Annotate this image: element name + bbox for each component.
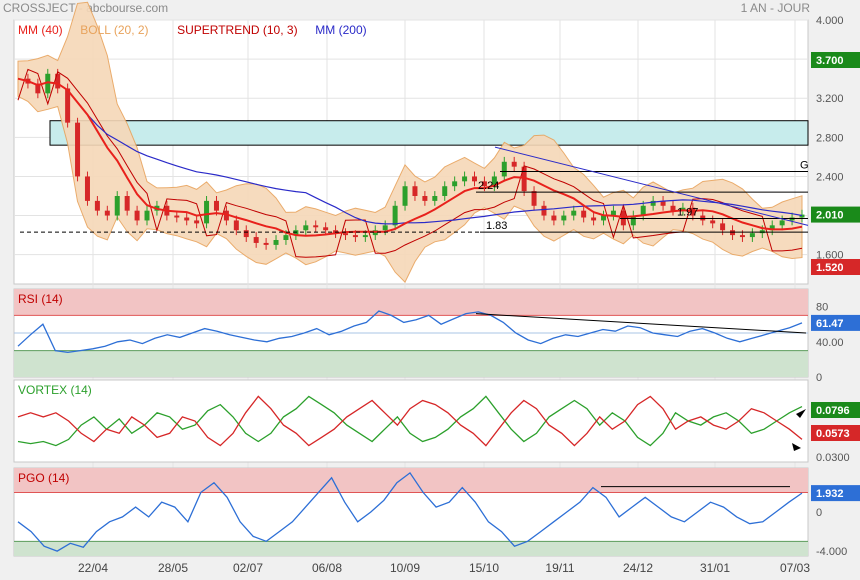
price-last-badge: 2.010 <box>816 210 844 222</box>
candle-body <box>511 161 517 167</box>
level-label-197: 1.97 <box>677 206 698 218</box>
candle-body <box>323 227 329 231</box>
x-tick-label: 06/08 <box>312 561 342 575</box>
candle-body <box>779 220 785 226</box>
candle-body <box>561 215 567 221</box>
x-tick-label: 31/01 <box>700 561 730 575</box>
x-tick-label: 15/10 <box>469 561 499 575</box>
candle-body <box>412 186 418 196</box>
x-tick-label: 02/07 <box>233 561 263 575</box>
candle-body <box>739 235 745 238</box>
candle-body <box>114 196 120 216</box>
candle-body <box>233 220 239 231</box>
rsi-zone-high <box>14 289 808 316</box>
x-tick-label: 28/05 <box>158 561 188 575</box>
pgo-y-tick: -4.000 <box>816 546 847 558</box>
candle-body <box>422 196 428 201</box>
x-tick-label: 22/04 <box>78 561 108 575</box>
pgo-legend: PGO (14) <box>18 471 69 485</box>
price-y-tick: 2.800 <box>816 132 844 144</box>
rsi-zone-low <box>14 350 808 377</box>
candle-body <box>94 200 100 211</box>
candle-body <box>174 215 180 218</box>
candle-body <box>243 230 249 238</box>
vortex-legend: VORTEX (14) <box>18 383 92 397</box>
candle-body <box>670 205 676 211</box>
candle-body <box>591 217 597 221</box>
price-y-tick: 4.000 <box>816 15 844 27</box>
rsi-y-tick: 40.00 <box>816 337 844 349</box>
candle-body <box>472 176 478 182</box>
vortex-plus-badge: 0.0796 <box>816 405 850 417</box>
candle-body <box>432 196 438 201</box>
pgo-zone-low <box>14 541 808 556</box>
candle-body <box>204 200 210 224</box>
candle-body <box>84 176 90 201</box>
candle-body <box>362 235 368 238</box>
x-tick-label: 07/03 <box>780 561 810 575</box>
candle-body <box>352 235 358 238</box>
resistance-zone <box>49 120 809 146</box>
price-low-badge: 1.520 <box>816 262 844 274</box>
candle-body <box>501 161 507 177</box>
rsi-last-badge: 61.47 <box>816 318 844 330</box>
candle-body <box>253 237 259 243</box>
rsi-y-tick: 80 <box>816 302 828 314</box>
candle-body <box>213 200 219 211</box>
candle-body <box>551 215 557 221</box>
candle-body <box>442 186 448 196</box>
level-label-183: 1.83 <box>486 220 507 232</box>
candle-body <box>194 220 200 224</box>
candle-body <box>144 210 150 221</box>
candle-body <box>75 122 81 177</box>
level-label-224: 2.24 <box>478 180 499 192</box>
candle-body <box>392 205 398 226</box>
candle-body <box>134 210 140 221</box>
price-high-badge: 3.700 <box>816 55 844 67</box>
vortex-y-tick: 0.0300 <box>816 452 850 464</box>
candle-body <box>184 217 190 221</box>
candle-body <box>749 233 755 238</box>
price-legend-item: MM (40) <box>18 23 63 37</box>
candle-body <box>104 210 110 216</box>
price-y-tick: 3.200 <box>816 93 844 105</box>
candle-body <box>382 225 388 231</box>
rsi-legend: RSI (14) <box>18 292 63 306</box>
pgo-y-tick: 0 <box>816 507 822 519</box>
candle-body <box>402 186 408 206</box>
candle-body <box>720 223 726 231</box>
candle-body <box>581 210 587 218</box>
candle-body <box>263 242 269 245</box>
pgo-last-badge: 1.932 <box>816 488 844 500</box>
x-tick-label: 19/11 <box>545 561 574 575</box>
candle-body <box>283 235 289 240</box>
stock-chart: 4.0003.6003.2002.8002.4002.0001.60022/04… <box>13 1 860 575</box>
candle-body <box>342 233 348 236</box>
price-y-tick: 2.400 <box>816 171 844 183</box>
candle-body <box>541 205 547 216</box>
vortex-minus-badge: 0.0573 <box>816 428 850 440</box>
price-legend-item: SUPERTREND (10, 3) <box>177 23 297 37</box>
pgo-zone-high <box>14 468 808 493</box>
x-tick-label: 24/12 <box>623 561 653 575</box>
candle-body <box>313 225 319 228</box>
candle-body <box>452 181 458 187</box>
candle-body <box>124 196 130 211</box>
candle-body <box>303 225 309 231</box>
level-label-gap: G <box>800 160 809 172</box>
price-legend-item: BOLL (20, 2) <box>80 23 148 37</box>
candle-body <box>273 240 279 245</box>
candle-body <box>531 191 537 206</box>
candle-body <box>462 176 468 182</box>
price-legend-item: MM (200) <box>315 23 366 37</box>
x-tick-label: 10/09 <box>390 561 420 575</box>
candle-body <box>571 210 577 216</box>
rsi-y-tick: 0 <box>816 372 822 384</box>
candle-body <box>710 220 716 224</box>
